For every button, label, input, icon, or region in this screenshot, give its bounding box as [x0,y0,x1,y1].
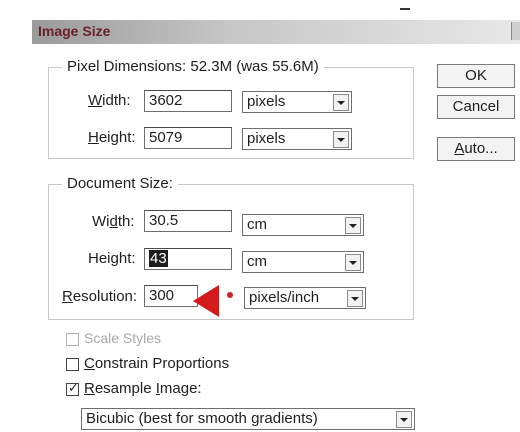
doc-height-label: Height: [88,250,136,267]
resolution-unit-value: pixels/inch [249,289,320,306]
resample-method-value: Bicubic (best for smooth gradients) [86,410,318,427]
dropdown-arrow-icon[interactable] [347,290,363,307]
resolution-input[interactable]: 300 [144,285,198,307]
dropdown-arrow-icon[interactable] [345,254,361,271]
scale-styles-checkbox[interactable] [66,333,79,346]
doc-width-input[interactable]: 30.5 [144,210,232,232]
background-window-control [400,2,410,10]
pixel-height-input[interactable]: 5079 [144,127,232,149]
auto-button[interactable]: Auto... [437,137,515,161]
dropdown-arrow-icon[interactable] [396,411,412,428]
constrain-proportions-checkbox[interactable] [66,358,79,371]
annotation-arrow-icon [193,285,219,317]
titlebar-edge [511,22,520,40]
doc-height-unit-select[interactable]: cm [242,251,364,273]
dialog-title: Image Size [38,23,111,39]
pixel-height-label: Height: [88,129,136,146]
dropdown-arrow-icon[interactable] [333,94,349,111]
resample-image-checkbox[interactable]: ✓ [66,380,79,396]
annotation-dot-icon [227,292,233,298]
pixel-height-unit-select[interactable]: pixels [242,128,352,150]
pixel-width-unit-value: pixels [247,93,286,110]
background-window-strip [0,0,520,16]
document-size-legend: Document Size: [62,175,178,192]
doc-width-unit-value: cm [247,216,267,233]
dropdown-arrow-icon[interactable] [345,217,361,234]
pixel-width-input[interactable]: 3602 [144,90,232,112]
ok-button[interactable]: OK [437,64,515,88]
dialog-titlebar[interactable]: Image Size [32,20,520,44]
scale-styles-label: Scale Styles [84,330,162,346]
resample-method-select[interactable]: Bicubic (best for smooth gradients) [81,408,415,430]
pixel-dimensions-legend: Pixel Dimensions: 52.3M (was 55.6M) [62,58,324,75]
cancel-button[interactable]: Cancel [437,95,515,119]
doc-height-unit-value: cm [247,253,267,270]
doc-width-unit-select[interactable]: cm [242,214,364,236]
checkmark-icon: ✓ [68,380,79,395]
doc-width-label: Width: [92,213,135,230]
doc-height-value-selected: 43 [149,250,168,267]
resolution-label: Resolution: [62,288,138,305]
resolution-unit-select[interactable]: pixels/inch [244,287,366,309]
pixel-width-label: Width: [88,92,131,109]
pixel-width-unit-select[interactable]: pixels [242,91,352,113]
dropdown-arrow-icon[interactable] [333,131,349,148]
doc-height-input[interactable]: 43 [144,248,232,270]
pixel-height-unit-value: pixels [247,130,286,147]
resample-image-label: Resample Image: [84,380,202,397]
constrain-proportions-label: Constrain Proportions [84,355,230,372]
